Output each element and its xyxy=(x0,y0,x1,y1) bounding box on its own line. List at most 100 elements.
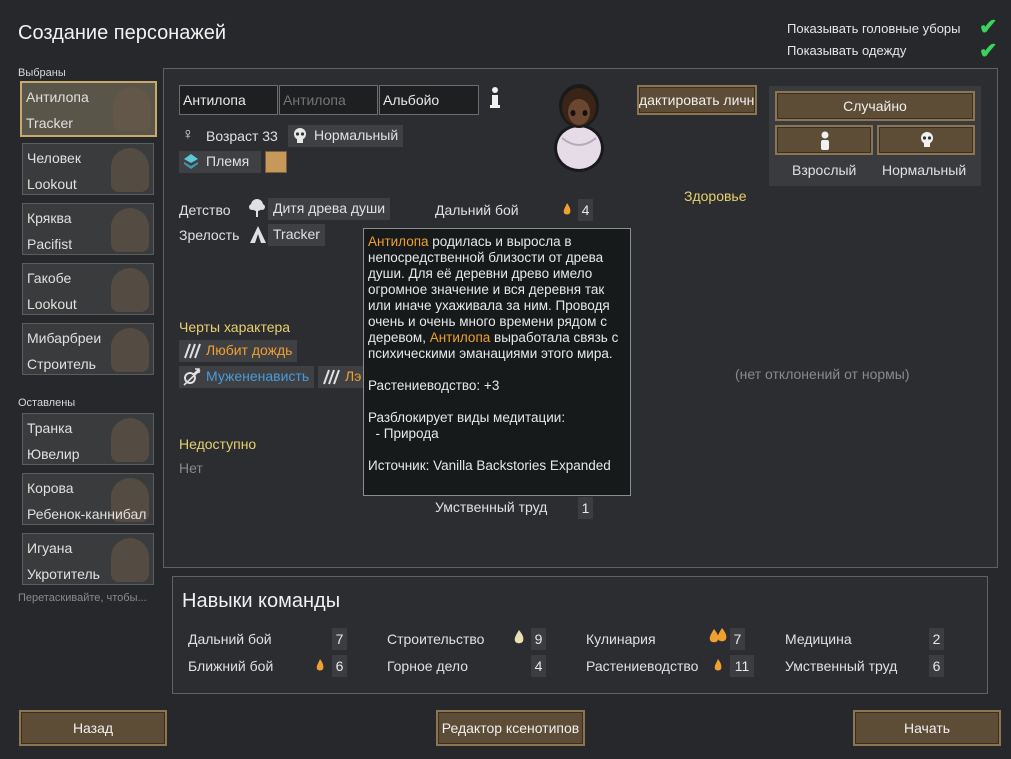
nickname-input[interactable] xyxy=(279,85,378,115)
skull-icon xyxy=(293,128,307,144)
adulthood-backstory[interactable]: Tracker xyxy=(268,224,325,246)
pawn-title: Укротитель xyxy=(27,566,100,582)
pawn-title: Tracker xyxy=(26,115,73,131)
pawn-portrait xyxy=(111,148,149,192)
team-skill-name: Медицина xyxy=(785,631,852,647)
incapable-value: Нет xyxy=(179,460,203,476)
team-skill-value: 7 xyxy=(332,628,347,650)
team-skill-value: 6 xyxy=(929,655,944,677)
team-skill-name: Горное дело xyxy=(387,658,469,674)
start-button[interactable]: Начать xyxy=(853,710,1001,746)
rain-icon xyxy=(182,342,202,360)
trait-label: Любит дождь xyxy=(206,342,293,358)
info-icon[interactable] xyxy=(488,86,502,110)
team-skill-name: Ближний бой xyxy=(188,658,274,674)
pawn-name: Антилопа xyxy=(26,89,89,105)
childhood-label: Детство xyxy=(179,202,231,218)
pawn-title: Pacifist xyxy=(27,236,73,252)
female-icon: ♀ xyxy=(182,126,194,143)
tooltip-text: родилась и выросла в непосредственной бл… xyxy=(368,234,610,345)
normal-label: Нормальный xyxy=(882,162,967,178)
major-passion-icon xyxy=(708,627,728,645)
trait-label: Мужененависть xyxy=(206,368,310,384)
pawn-name: Мибарбреи xyxy=(27,330,102,346)
trait-chip[interactable]: Лэ xyxy=(318,366,366,388)
team-skill-name: Дальний бой xyxy=(188,631,272,647)
chosen-label: Выбраны xyxy=(18,67,66,79)
pawn-name: Корова xyxy=(27,480,74,496)
pawn-portrait xyxy=(111,268,149,312)
pawn-portrait-large xyxy=(548,82,610,174)
body-normal-button[interactable] xyxy=(877,125,975,155)
adult-label: Взрослый xyxy=(792,162,857,178)
team-skill-name: Кулинария xyxy=(586,631,656,647)
pawn-name: Человек xyxy=(27,150,81,166)
clothing-check-icon[interactable]: ✔ xyxy=(979,38,997,64)
page-title: Создание персонажей xyxy=(18,22,227,44)
pawn-card-2[interactable]: Кряква Pacifist xyxy=(22,203,154,255)
team-skill-value: 7 xyxy=(730,628,745,650)
pawn-portrait xyxy=(111,328,149,372)
age-label: Возраст 33 xyxy=(206,128,278,144)
pawn-name: Транка xyxy=(27,420,73,436)
favorite-color-swatch[interactable] xyxy=(265,151,287,173)
trait-chip[interactable]: Мужененависть xyxy=(179,366,315,388)
pawn-card-5[interactable]: Транка Ювелир xyxy=(22,413,154,465)
xenotype-editor-button[interactable]: Редактор ксенотипов xyxy=(436,710,585,746)
trait-icon xyxy=(321,368,341,386)
first-name-input[interactable] xyxy=(179,85,278,115)
tooltip-unlock-item: - Природа xyxy=(368,426,439,441)
pawn-title: Ребенок-каннибал xyxy=(27,506,147,522)
incapable-label: Недоступно xyxy=(179,436,257,452)
health-status: (нет отклонений от нормы) xyxy=(735,366,910,382)
team-skill-value: 2 xyxy=(929,628,944,650)
team-skill-name: Строительство xyxy=(387,631,485,647)
passion-flame-icon xyxy=(562,202,572,216)
drag-hint: Перетаскивайте, чтобы... xyxy=(18,592,147,604)
tent-icon xyxy=(249,224,267,244)
pawn-card-4[interactable]: Мибарбреи Строитель xyxy=(22,323,154,375)
pawn-card-1[interactable]: Человек Lookout xyxy=(22,143,154,195)
pawn-title: Ювелир xyxy=(27,446,80,462)
body-type-label: Нормальный xyxy=(314,127,399,143)
health-label: Здоровье xyxy=(684,188,747,204)
pawn-card-3[interactable]: Гакобе Lookout xyxy=(22,263,154,315)
pawn-card-7[interactable]: Игуана Укротитель xyxy=(22,533,154,585)
left-label: Оставлены xyxy=(18,397,76,409)
pawn-card-0[interactable]: Антилопа Tracker xyxy=(20,81,157,137)
random-button[interactable]: Случайно xyxy=(775,91,975,121)
pawn-portrait xyxy=(111,538,149,582)
body-type-chip[interactable]: Нормальный xyxy=(288,125,404,147)
pawn-title: Lookout xyxy=(27,176,77,192)
faction-icon xyxy=(183,153,199,171)
team-skill-value: 6 xyxy=(332,655,347,677)
edit-pawn-button[interactable]: дактировать лично xyxy=(637,85,757,115)
last-name-input[interactable] xyxy=(379,85,479,115)
back-button[interactable]: Назад xyxy=(19,710,167,746)
tooltip-source: Источник: Vanilla Backstories Expanded xyxy=(368,458,611,473)
headgear-check-icon[interactable]: ✔ xyxy=(979,14,997,40)
team-skill-name: Умственный труд xyxy=(785,658,898,674)
skill-name: Дальний бой xyxy=(435,202,519,218)
tooltip-unlock: Разблокирует виды медитации: xyxy=(368,410,566,425)
skill-name: Умственный труд xyxy=(435,499,548,515)
adulthood-label: Зрелость xyxy=(179,227,240,243)
team-skill-name: Растениеводство xyxy=(586,658,699,674)
tooltip-description: Антилопа родилась и выросла в непосредст… xyxy=(368,234,626,362)
pawn-title: Lookout xyxy=(27,296,77,312)
pawn-portrait xyxy=(111,208,149,252)
trait-chip[interactable]: Любит дождь xyxy=(179,340,298,362)
team-skills-title: Навыки команды xyxy=(182,590,341,612)
pawn-card-6[interactable]: Корова Ребенок-каннибал xyxy=(22,473,154,525)
skill-value: 1 xyxy=(578,497,593,519)
faction-chip[interactable]: Племя xyxy=(179,151,261,173)
adult-button[interactable] xyxy=(775,125,873,155)
pawn-portrait xyxy=(111,418,149,462)
pawn-name: Кряква xyxy=(27,210,72,226)
passion-flame-icon xyxy=(713,658,723,672)
passion-flame-icon xyxy=(315,658,325,672)
misandry-icon xyxy=(182,368,202,386)
childhood-backstory[interactable]: Дитя древа души xyxy=(268,198,391,220)
tooltip-pawn-name: Антилопа xyxy=(368,234,429,249)
traits-label: Черты характера xyxy=(179,319,291,335)
